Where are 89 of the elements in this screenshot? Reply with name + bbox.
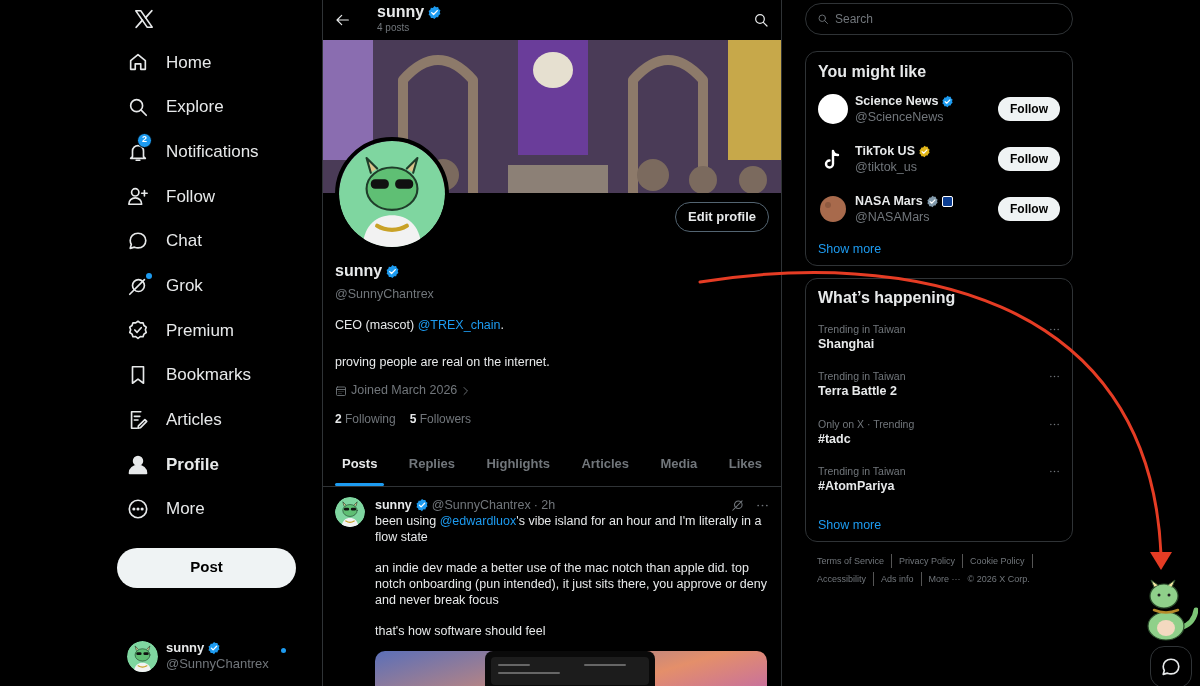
mention-link[interactable]: @edwardluox xyxy=(439,514,517,528)
profile-tab[interactable]: Likes xyxy=(721,442,769,486)
post-author-name: sunny xyxy=(375,496,412,514)
profile-handle: @SunnyChantrex xyxy=(335,286,435,303)
trend-item[interactable]: Trending in Taiwan Shanghai xyxy=(818,321,1060,370)
nav-item[interactable]: Home xyxy=(117,40,296,85)
nav-item[interactable]: Chat xyxy=(117,218,296,264)
suggested-account-handle: @NASAMars xyxy=(855,209,931,225)
post-count: 4 posts xyxy=(377,21,411,35)
trend-context: Trending in Taiwan xyxy=(818,464,906,480)
profile-tab[interactable]: Replies xyxy=(401,442,463,486)
search-icon[interactable] xyxy=(753,12,769,28)
nav-item[interactable]: Premium xyxy=(117,308,296,353)
nav-item[interactable]: Grok xyxy=(117,263,296,309)
person-icon xyxy=(127,453,149,476)
trend-context: Trending in Taiwan xyxy=(818,369,906,385)
footer-link[interactable]: Ads info xyxy=(881,571,922,586)
card-title: You might like xyxy=(818,62,928,82)
trend-topic: #AtomPariya xyxy=(818,479,896,495)
badge-check-icon xyxy=(127,319,149,342)
trend-context: Only on X · Trending xyxy=(818,416,915,432)
header-name: sunny xyxy=(377,4,425,20)
back-arrow-icon[interactable] xyxy=(335,12,351,28)
calendar-icon xyxy=(335,384,347,397)
post-text: that's how software should feel xyxy=(375,623,547,639)
post-text: been using @edwardluox's vibe island for an hour and I'm literally in a flow state xyxy=(375,513,763,545)
account-handle: @SunnyChantrex xyxy=(166,656,269,672)
bio-text: CEO (mascot) @TREX_chain. xyxy=(335,316,505,334)
post-time: · 2h xyxy=(533,496,556,514)
chevron-right-icon xyxy=(461,384,471,397)
profile-tab[interactable]: Posts xyxy=(335,442,385,486)
post-author-handle: @SunnyChantrex xyxy=(431,496,531,514)
suggested-account-name: NASA Mars xyxy=(855,193,923,209)
trend-item[interactable]: Trending in Taiwan Terra Battle 2 xyxy=(818,369,1060,417)
profile-name: sunny xyxy=(335,261,383,281)
footer-link[interactable]: More ··· xyxy=(928,571,961,586)
following-link[interactable]: 2 Following xyxy=(335,410,396,428)
suggested-account-handle: @ScienceNews xyxy=(855,109,945,125)
suggested-account-name: TikTok US xyxy=(855,143,915,159)
add-person-icon xyxy=(127,185,149,208)
suggested-account-handle: @tiktok_us xyxy=(855,159,919,175)
x-logo[interactable] xyxy=(133,8,155,30)
trend-topic: #tadc xyxy=(818,431,852,447)
post-author-avatar xyxy=(335,497,365,527)
notification-count-badge: 2 xyxy=(137,132,152,148)
trend-context: Trending in Taiwan xyxy=(818,321,906,337)
slashed-circle-icon[interactable] xyxy=(731,498,745,512)
nav-item[interactable]: Bookmarks xyxy=(117,352,296,398)
planet-avatar xyxy=(818,194,848,224)
chat-button[interactable] xyxy=(1150,646,1192,686)
footer-link[interactable]: Terms of Service xyxy=(817,553,893,568)
trend-topic: Shanghai xyxy=(818,336,876,352)
search-icon xyxy=(817,13,829,25)
footer-link[interactable]: Privacy Policy xyxy=(899,553,964,568)
trend-topic: Terra Battle 2 xyxy=(818,384,898,400)
followers-link[interactable]: 5 Followers xyxy=(409,410,472,428)
follow-button[interactable]: Follow xyxy=(998,147,1060,171)
account-avatar xyxy=(127,640,158,672)
copyright-text: © 2026 X Corp. xyxy=(967,572,1030,586)
footer-link[interactable]: Cookie Policy xyxy=(970,553,1033,568)
bio-text: proving people are real on the internet. xyxy=(335,353,551,371)
chat-bubble-icon xyxy=(1160,656,1182,678)
footer-link[interactable]: Accessibility xyxy=(817,571,874,586)
nav-item[interactable]: Follow xyxy=(117,174,296,219)
account-avatar xyxy=(818,94,848,124)
joined-date: Joined March 2026 xyxy=(351,382,458,400)
follow-button[interactable]: Follow xyxy=(998,97,1060,121)
search-icon xyxy=(127,96,149,119)
nav-item[interactable]: 2 Notifications xyxy=(117,129,296,175)
nav-item[interactable]: More xyxy=(117,486,296,532)
profile-tab[interactable]: Articles xyxy=(574,442,637,486)
search-field[interactable]: Search xyxy=(805,3,1073,35)
nav-item[interactable]: Articles xyxy=(117,397,296,443)
profile-tab[interactable]: Media xyxy=(653,442,705,486)
show-more-link[interactable]: Show more xyxy=(818,515,882,535)
follow-button[interactable]: Follow xyxy=(998,197,1060,221)
trend-item[interactable]: Only on X · Trending #tadc xyxy=(818,416,1060,465)
trend-item[interactable]: Trending in Taiwan #AtomPariya xyxy=(818,464,1060,512)
nav-item[interactable]: Profile xyxy=(117,442,296,487)
mention-link[interactable]: @TREX_chain xyxy=(417,317,501,332)
show-more-link[interactable]: Show more xyxy=(818,240,882,259)
nav-item[interactable]: Explore xyxy=(117,84,296,130)
suggested-account-name: Science News xyxy=(855,93,939,109)
card-title: What’s happening xyxy=(818,287,957,308)
more-icon xyxy=(127,498,149,521)
post-button[interactable]: Post xyxy=(117,547,296,588)
post-text: an indie dev made a better use of the mac notch than apple did. top notch onboarding (pun intended), it just sits there, you approve or deny and never break focus xyxy=(375,560,768,608)
account-name: sunny xyxy=(166,640,205,656)
profile-tab[interactable]: Highlights xyxy=(479,442,557,486)
